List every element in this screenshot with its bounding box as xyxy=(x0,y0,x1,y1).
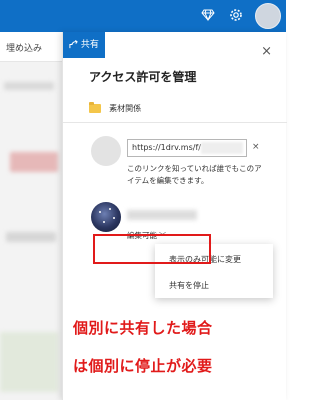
divider xyxy=(63,122,287,123)
share-tab[interactable]: 共有 xyxy=(63,32,105,58)
share-link-field[interactable]: https://1drv.ms/f/ xyxy=(127,139,247,157)
embed-command[interactable]: 埋め込み xyxy=(6,41,42,54)
folder-name: 素材関係 xyxy=(109,104,142,113)
annotation-line-1: 個別に共有した場合 xyxy=(73,319,213,337)
share-panel: 共有 × アクセス許可を管理 素材関係 https://1drv.ms/f/ ×… xyxy=(62,32,287,400)
background-page: 埋め込み xyxy=(0,32,62,400)
link-description: このリンクを知っていれば誰でもこのアイテムを編集できます。 xyxy=(127,164,262,185)
folder-icon xyxy=(89,102,101,113)
command-bar: 埋め込み xyxy=(0,32,62,62)
user-name-blurred xyxy=(127,210,197,220)
remove-link-icon[interactable]: × xyxy=(252,142,260,152)
blurred-thumbnail xyxy=(10,152,58,172)
blurred-thumbnail xyxy=(0,332,58,392)
account-avatar[interactable] xyxy=(255,3,281,29)
highlight-box xyxy=(93,234,211,264)
masked-link-part xyxy=(201,142,243,154)
blurred-row xyxy=(6,232,56,242)
close-icon[interactable]: × xyxy=(261,44,272,59)
share-link-url: https://1drv.ms/f/ xyxy=(132,143,201,152)
blurred-row xyxy=(4,82,54,90)
user-avatar xyxy=(91,202,121,232)
share-icon xyxy=(69,40,78,49)
folder-item: 素材関係 xyxy=(89,98,142,113)
diamond-icon[interactable] xyxy=(200,8,216,24)
link-icon xyxy=(91,136,121,166)
help-icon[interactable]: ? xyxy=(231,8,262,24)
menu-item-stop-sharing[interactable]: 共有を停止 xyxy=(155,274,273,298)
share-tab-label: 共有 xyxy=(80,40,99,50)
suite-header: ? xyxy=(0,0,286,32)
annotation-line-2: は個別に停止が必要 xyxy=(73,357,213,375)
panel-title: アクセス許可を管理 xyxy=(89,70,197,84)
